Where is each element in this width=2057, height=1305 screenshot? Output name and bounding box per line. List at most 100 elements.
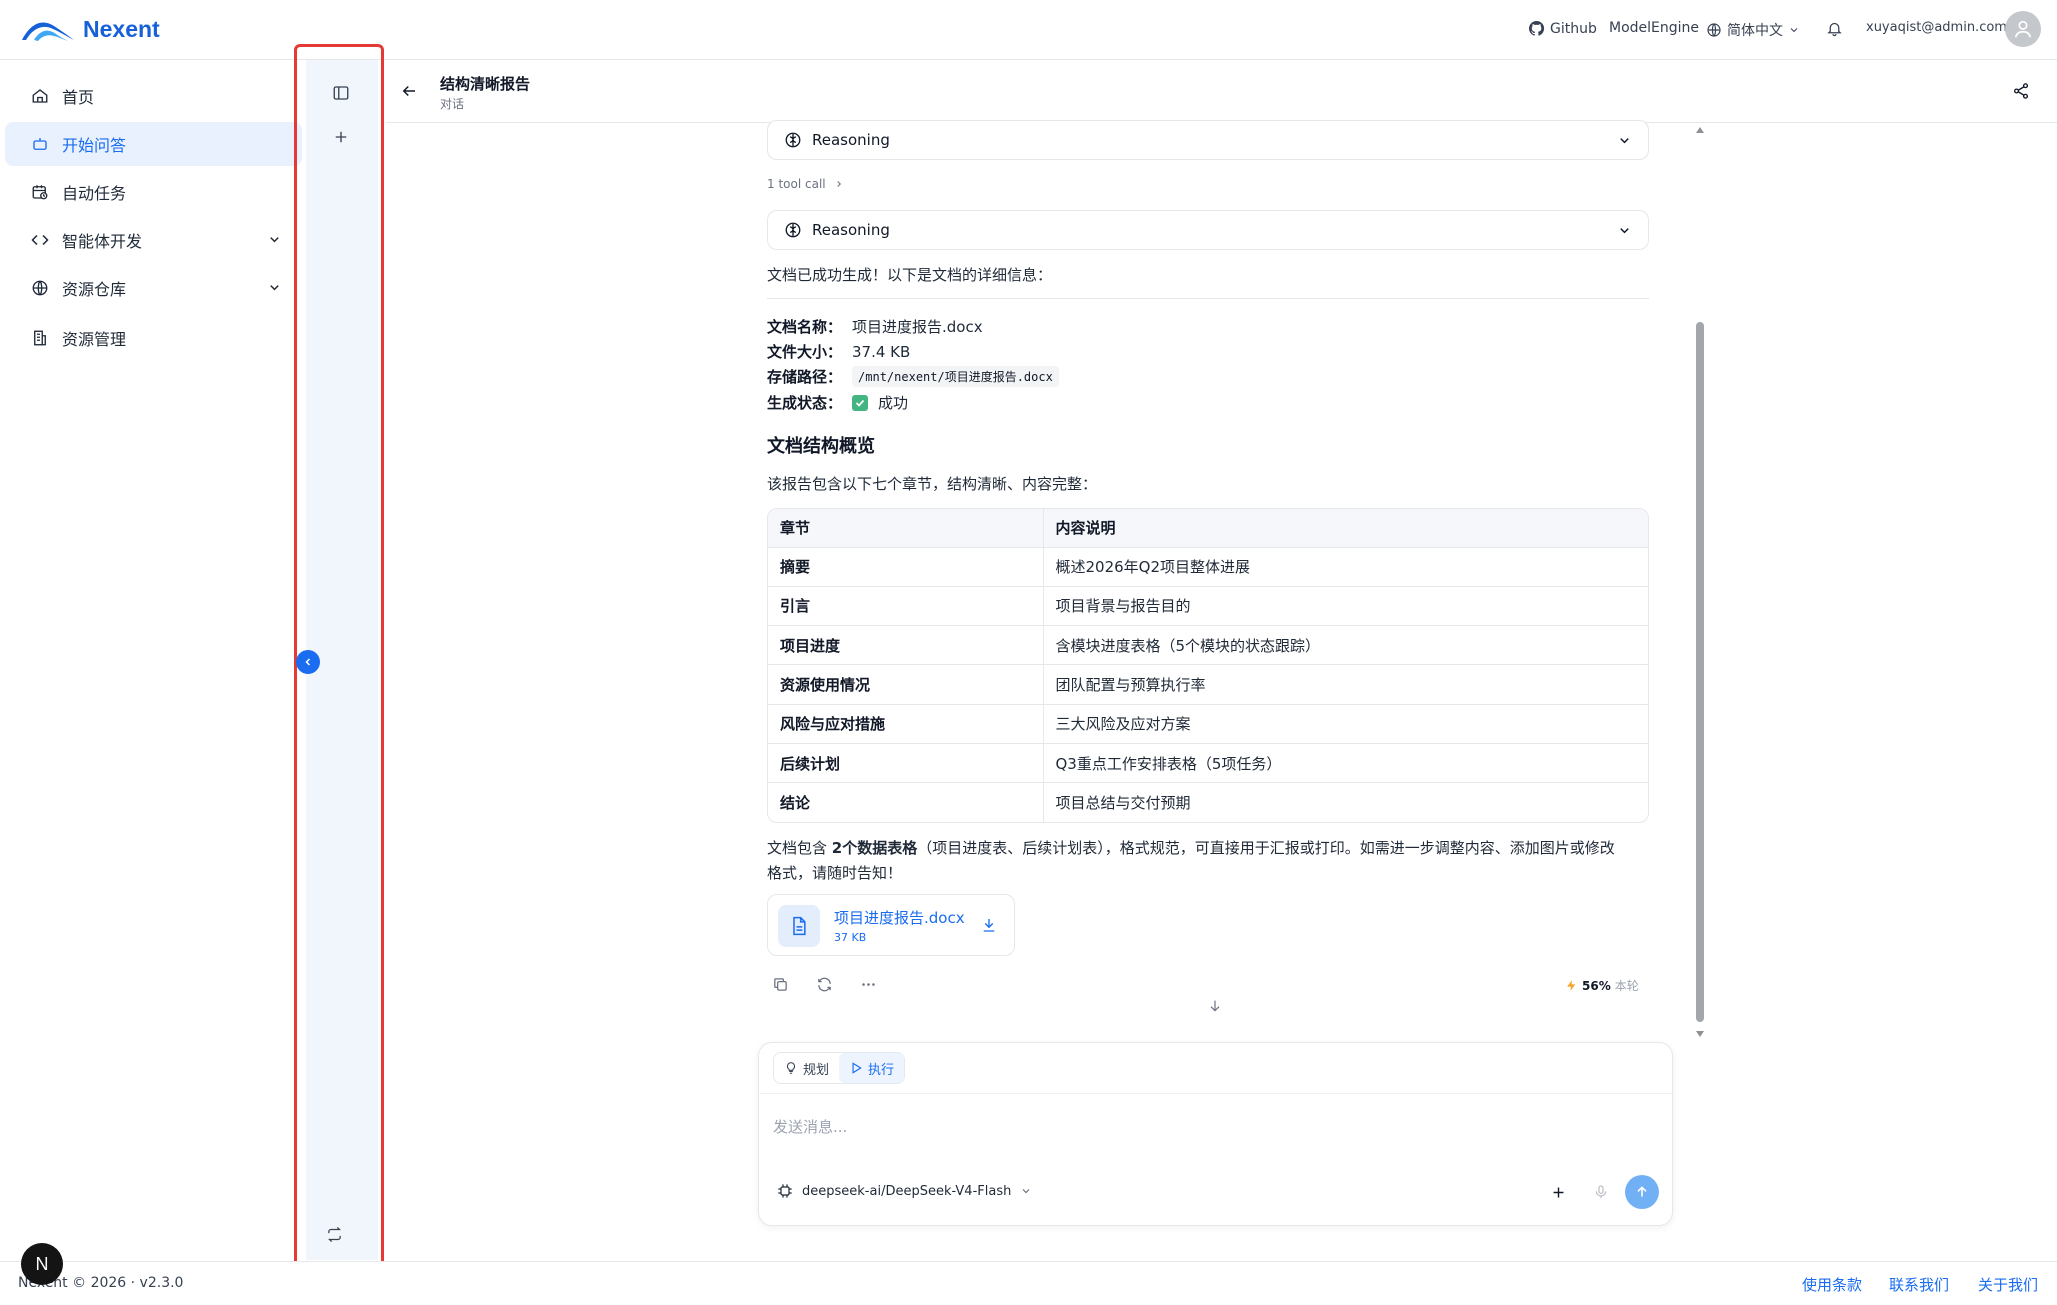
table-row: 资源使用情况 团队配置与预算执行率: [768, 664, 1648, 705]
usage-percent: 56%: [1582, 978, 1611, 993]
language-label: 简体中文: [1727, 23, 1783, 39]
github-label: Github: [1550, 20, 1597, 37]
scrollbar-thumb[interactable]: [1696, 322, 1704, 1022]
nav-item-agent-dev[interactable]: 智能体开发: [5, 218, 302, 262]
user-icon: [2014, 20, 2032, 38]
chevron-down-icon: [270, 285, 279, 291]
model-engine-label: ModelEngine: [1609, 20, 1700, 36]
send-button[interactable]: [1625, 1175, 1659, 1209]
about-link[interactable]: 关于我们: [1978, 1274, 2038, 1295]
nav-item-resource-manage[interactable]: 资源管理: [5, 316, 302, 360]
bell-icon[interactable]: [1826, 20, 1843, 37]
summary-line-2: 格式，请随时告知！: [767, 864, 903, 882]
back-arrow-icon[interactable]: [400, 82, 418, 100]
add-attachment-icon[interactable]: [1550, 1184, 1567, 1201]
meta-status-label: 生成状态：: [767, 394, 843, 412]
table-row: 结论 项目总结与交付预期: [768, 782, 1648, 823]
divider: [767, 298, 1649, 299]
nav-item-start-chat[interactable]: 开始问答: [5, 122, 302, 166]
code-icon: [31, 234, 49, 246]
reasoning-panel-2[interactable]: Reasoning: [767, 210, 1649, 250]
scroll-up-arrow-icon[interactable]: [1695, 126, 1705, 134]
chevron-left-icon: [305, 658, 311, 666]
n-badge[interactable]: N: [21, 1243, 63, 1285]
document-icon: [778, 905, 820, 947]
section-intro: 该报告包含以下七个章节，结构清晰、内容完整：: [767, 475, 1098, 493]
brain-icon: [785, 132, 801, 148]
scroll-down-arrow-icon[interactable]: [1695, 1030, 1705, 1038]
nav-label-start-chat: 开始问答: [62, 136, 127, 155]
chevron-right-icon: [836, 181, 841, 187]
reasoning-label: Reasoning: [812, 221, 890, 239]
chevron-down-icon: [1022, 1189, 1030, 1194]
lightning-icon: [1567, 980, 1576, 991]
token-usage: 56% 本轮: [1565, 977, 1639, 994]
mode-execute-button[interactable]: 执行: [839, 1053, 905, 1083]
table-cell-description: 含模块进度表格（5个模块的状态跟踪）: [1043, 625, 1648, 665]
calendar-clock-icon: [32, 185, 48, 200]
mode-execute-label: 执行: [868, 1062, 895, 1078]
collapse-sidebar-button[interactable]: [296, 650, 320, 674]
structure-table: 章节 内容说明 摘要 概述2026年Q2项目整体进展 引言 项目背景与报告目的 …: [767, 508, 1649, 824]
building-icon: [34, 330, 46, 346]
brain-icon: [785, 222, 801, 238]
composer-divider: [759, 1093, 1672, 1094]
file-size: 37 KB: [834, 931, 867, 944]
reasoning-panel-1[interactable]: Reasoning: [767, 120, 1649, 160]
terms-link[interactable]: 使用条款: [1802, 1274, 1862, 1295]
table-cell-description: Q3重点工作安排表格（5项任务）: [1043, 742, 1648, 783]
table-cell-description: 项目总结与交付预期: [1043, 782, 1648, 823]
logo-icon[interactable]: [20, 14, 76, 44]
table-cell-chapter: 资源使用情况: [768, 664, 1044, 705]
regenerate-icon[interactable]: [816, 976, 833, 993]
meta-size-label: 文件大小：: [767, 343, 843, 361]
model-selector[interactable]: deepseek-ai/DeepSeek-V4-Flash: [777, 1183, 1032, 1199]
microphone-icon[interactable]: [1593, 1184, 1609, 1200]
meta-path-label: 存储路径：: [767, 368, 843, 386]
user-email[interactable]: xuyaqist@admin.com: [1866, 20, 2007, 35]
file-name: 项目进度报告.docx: [834, 909, 965, 927]
mode-plan-label: 规划: [803, 1062, 830, 1078]
github-link[interactable]: Github: [1528, 20, 1597, 37]
avatar[interactable]: [2005, 11, 2041, 47]
scroll-down-icon[interactable]: [1207, 998, 1223, 1014]
model-engine-link[interactable]: ModelEngine: [1609, 20, 1699, 36]
chevron-down-icon: [1620, 137, 1629, 143]
table-cell-chapter: 后续计划: [768, 742, 1044, 783]
summary-bold: 2个数据表格: [831, 839, 918, 857]
copy-icon[interactable]: [772, 976, 789, 993]
contact-link[interactable]: 联系我们: [1889, 1274, 1949, 1295]
globe-icon: [32, 280, 48, 296]
app-logo-text[interactable]: Nexent: [83, 16, 160, 43]
nav-item-auto-task[interactable]: 自动任务: [5, 170, 302, 214]
usage-label: 本轮: [1614, 979, 1639, 993]
table-header-chapter: 章节: [768, 509, 1044, 547]
table-cell-chapter: 引言: [768, 585, 1044, 626]
chip-icon: [778, 1184, 792, 1198]
summary-line-1: 文档包含 2个数据表格（项目进度表、后续计划表），格式规范，可直接用于汇报或打印…: [767, 837, 1615, 858]
table-cell-description: 概述2026年Q2项目整体进展: [1043, 546, 1648, 587]
conversation-header: [386, 60, 2057, 123]
mode-plan-button[interactable]: 规划: [774, 1053, 839, 1083]
chevron-down-icon: [1790, 28, 1798, 33]
tool-call-toggle[interactable]: 1 tool call: [767, 177, 844, 191]
nav-item-resource-repo[interactable]: 资源仓库: [5, 266, 302, 310]
table-header-description: 内容说明: [1043, 509, 1648, 547]
meta-file-size: 文件大小： 37.4 KB: [767, 341, 910, 362]
section-title: 文档结构概览: [767, 436, 875, 457]
chevron-down-icon: [1620, 227, 1629, 233]
download-icon[interactable]: [980, 916, 998, 934]
response-intro: 文档已成功生成！以下是文档的详细信息：: [767, 266, 1053, 284]
language-selector[interactable]: 简体中文: [1706, 20, 1800, 40]
file-attachment[interactable]: 项目进度报告.docx 37 KB: [767, 894, 1015, 956]
share-icon[interactable]: [2012, 82, 2030, 100]
message-input[interactable]: [773, 1103, 1653, 1151]
table-cell-chapter: 风险与应对措施: [768, 703, 1044, 744]
user-email-label: xuyaqist@admin.com: [1866, 20, 2007, 35]
more-options-icon[interactable]: [860, 976, 877, 993]
table-row: 项目进度 含模块进度表格（5个模块的状态跟踪）: [768, 625, 1648, 665]
mode-switch: 规划 执行: [773, 1052, 906, 1084]
nav-item-home[interactable]: 首页: [5, 74, 302, 118]
table-cell-chapter: 摘要: [768, 546, 1044, 587]
meta-size-value: 37.4 KB: [852, 342, 911, 361]
